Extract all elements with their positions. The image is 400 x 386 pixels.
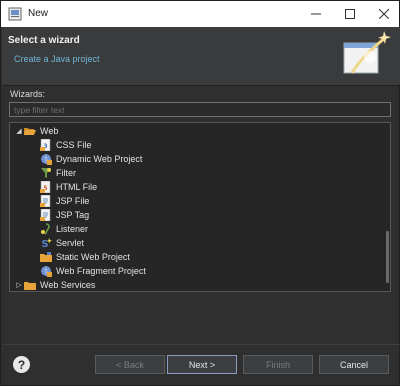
tree-item-web-services[interactable]: ▷ Web Services [14, 278, 96, 291]
svg-text:S: S [41, 239, 48, 249]
web-project-icon [41, 266, 52, 277]
tree-item-label: JSP File [56, 196, 90, 206]
folder-icon [40, 252, 52, 262]
tree-item-label: Listener [56, 224, 89, 234]
title-bar[interactable]: New [1, 1, 399, 27]
tree-scrollbar-thumb[interactable] [386, 231, 389, 283]
tree-item-label: CSS File [56, 140, 92, 150]
maximize-icon [345, 9, 355, 19]
tree-item-dynamic-web-project[interactable]: Dynamic Web Project [40, 152, 142, 166]
new-wizard-dialog: New Select a wizard Create a Java projec… [0, 0, 400, 386]
header-separator [2, 85, 400, 86]
filter-icon [41, 168, 51, 178]
tree-item-label: HTML File [56, 182, 98, 192]
chevron-right-icon[interactable]: ▷ [14, 278, 24, 291]
maximize-button[interactable] [333, 1, 367, 27]
tree-item-jsp-file[interactable]: JSP File [40, 194, 89, 208]
filter-input[interactable] [9, 102, 391, 117]
help-button[interactable]: ? [13, 356, 30, 373]
wizard-title: Select a wizard [8, 35, 80, 46]
tree-item-filter[interactable]: Filter [40, 166, 76, 180]
tree-item-label: Filter [56, 168, 76, 178]
window-title: New [28, 8, 49, 19]
minimize-button[interactable] [299, 1, 333, 27]
wizard-header: Select a wizard Create a Java project [2, 27, 400, 85]
next-button-label: Next > [188, 359, 216, 370]
tree-item-label: Web [40, 126, 59, 136]
back-button[interactable]: < Back [95, 355, 165, 374]
tree-item-label: Static Web Project [56, 252, 130, 262]
listener-icon [41, 223, 50, 235]
tree-item-label: Web Fragment Project [56, 266, 146, 276]
folder-open-icon [24, 128, 36, 135]
css-file-icon: 3 [40, 139, 51, 151]
tree-item-web[interactable]: ◢ Web [14, 124, 58, 138]
wizard-tree[interactable]: ◢ Web 3 CSS File Dynamic Web Project Fil… [9, 122, 391, 292]
chevron-down-icon[interactable]: ◢ [14, 124, 24, 138]
tree-item-label: JSP Tag [56, 210, 90, 220]
tree-item-static-web-project[interactable]: Static Web Project [40, 250, 130, 264]
tree-item-html-file[interactable]: 5 HTML File [40, 180, 97, 194]
tree-item-listener[interactable]: Listener [40, 222, 88, 236]
eclipse-app-icon [8, 7, 22, 21]
web-project-icon [41, 154, 52, 165]
tree-item-servlet[interactable]: S Servlet [40, 236, 84, 250]
finish-button[interactable]: Finish [243, 355, 313, 374]
tree-item-label: Servlet [56, 238, 85, 248]
jsp-tag-icon [40, 209, 51, 221]
jsp-file-icon [40, 195, 51, 207]
tree-item-label: Dynamic Web Project [56, 154, 143, 164]
new-wizard-banner-icon [343, 31, 391, 74]
next-button[interactable]: Next > [167, 355, 237, 374]
minimize-icon [311, 13, 321, 15]
wizard-description: Create a Java project [14, 54, 100, 64]
close-button[interactable] [367, 1, 400, 27]
html-file-icon: 5 [40, 181, 51, 193]
help-icon: ? [17, 357, 26, 372]
close-icon [379, 9, 389, 19]
tree-item-web-fragment-project[interactable]: Web Fragment Project [40, 264, 146, 278]
cancel-button[interactable]: Cancel [319, 355, 389, 374]
tree-item-jsp-tag[interactable]: JSP Tag [40, 208, 89, 222]
tree-item-label: Web Services [40, 280, 96, 290]
servlet-icon: S [41, 238, 52, 249]
wizards-label: Wizards: [10, 89, 46, 99]
footer-separator [2, 344, 400, 345]
tree-item-css-file[interactable]: 3 CSS File [40, 138, 92, 152]
folder-closed-icon [24, 282, 36, 290]
